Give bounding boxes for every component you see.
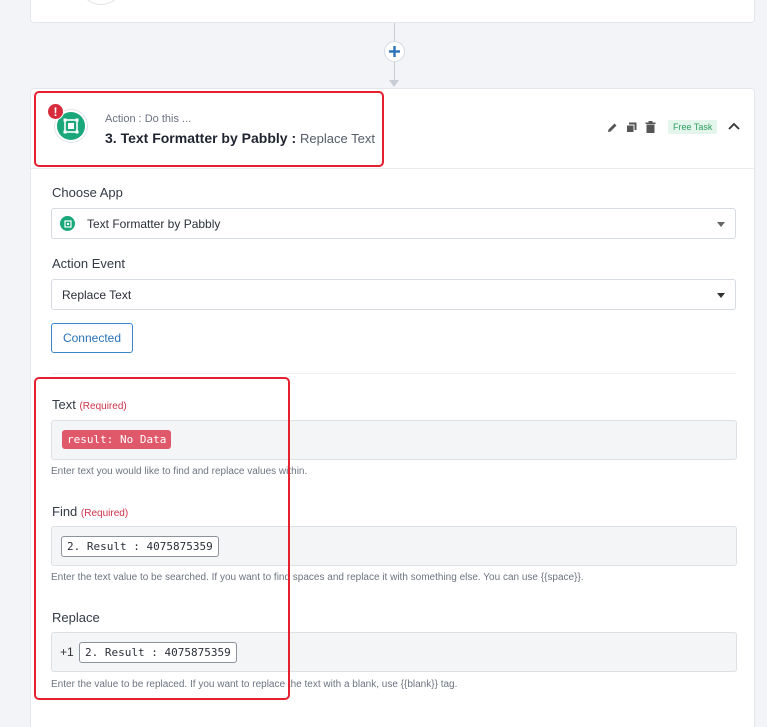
caret-down-icon xyxy=(717,293,725,298)
choose-app-label: Choose App xyxy=(52,185,123,200)
previous-step-card xyxy=(30,0,755,23)
connector-arrow xyxy=(389,80,399,87)
action-event-value: Replace Text xyxy=(62,288,132,302)
connector-line xyxy=(394,23,395,41)
copy-icon[interactable] xyxy=(626,122,637,133)
connector-line xyxy=(394,62,395,80)
free-task-badge: Free Task xyxy=(668,120,718,134)
divider xyxy=(51,373,736,374)
connected-button[interactable]: Connected xyxy=(51,323,133,353)
caret-down-icon xyxy=(717,222,725,227)
previous-step-icon xyxy=(81,0,121,5)
trash-icon[interactable] xyxy=(645,121,656,133)
action-event-label: Action Event xyxy=(52,256,125,271)
highlight-box-fields xyxy=(34,377,290,700)
plus-icon xyxy=(389,46,400,57)
choose-app-select[interactable]: Text Formatter by Pabbly xyxy=(51,208,736,239)
chevron-up-icon[interactable] xyxy=(728,122,740,130)
highlight-box-header xyxy=(34,91,384,167)
pencil-icon[interactable] xyxy=(607,122,618,133)
choose-app-value: Text Formatter by Pabbly xyxy=(87,217,221,231)
action-event-select[interactable]: Replace Text xyxy=(51,279,736,310)
app-icon xyxy=(60,216,75,231)
add-step-button[interactable] xyxy=(384,41,405,62)
